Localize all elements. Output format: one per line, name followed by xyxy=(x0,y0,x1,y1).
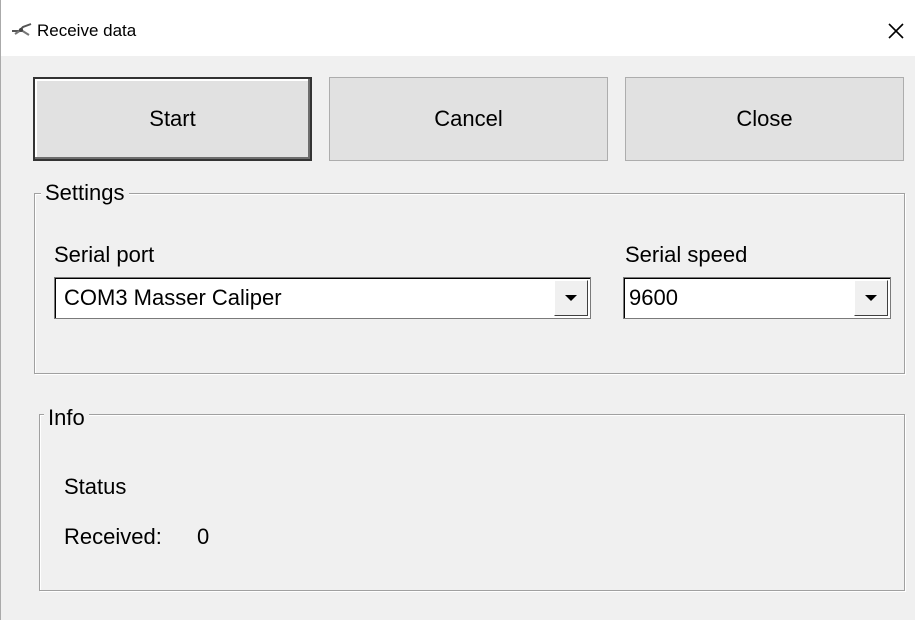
start-button-label: Start xyxy=(149,106,196,131)
close-button-label: Close xyxy=(736,106,793,131)
title-bar: Receive data xyxy=(1,0,915,56)
chevron-down-icon[interactable] xyxy=(554,280,588,316)
close-icon[interactable] xyxy=(877,13,915,49)
close-button[interactable]: Close xyxy=(625,77,904,161)
chevron-down-icon[interactable] xyxy=(854,280,888,316)
cancel-button-label: Cancel xyxy=(434,106,503,131)
received-count: 0 xyxy=(197,524,210,549)
info-legend: Info xyxy=(44,405,89,431)
start-button[interactable]: Start xyxy=(33,77,312,161)
window-title: Receive data xyxy=(37,21,137,40)
cancel-button[interactable]: Cancel xyxy=(329,77,608,161)
serial-port-select[interactable]: COM3 Masser Caliper xyxy=(54,277,591,319)
receive-data-window: Receive data Start Cancel Close Settings… xyxy=(0,0,915,620)
settings-legend: Settings xyxy=(41,180,129,206)
status-label: Status xyxy=(64,474,127,499)
caliper-icon xyxy=(11,22,33,38)
received-label: Received: xyxy=(64,524,162,549)
serial-speed-select[interactable]: 9600 xyxy=(623,277,891,319)
serial-port-value: COM3 Masser Caliper xyxy=(64,285,282,310)
info-group: Info xyxy=(39,405,905,591)
serial-port-label: Serial port xyxy=(54,242,155,267)
serial-speed-label: Serial speed xyxy=(625,242,748,267)
serial-speed-value: 9600 xyxy=(629,285,678,310)
